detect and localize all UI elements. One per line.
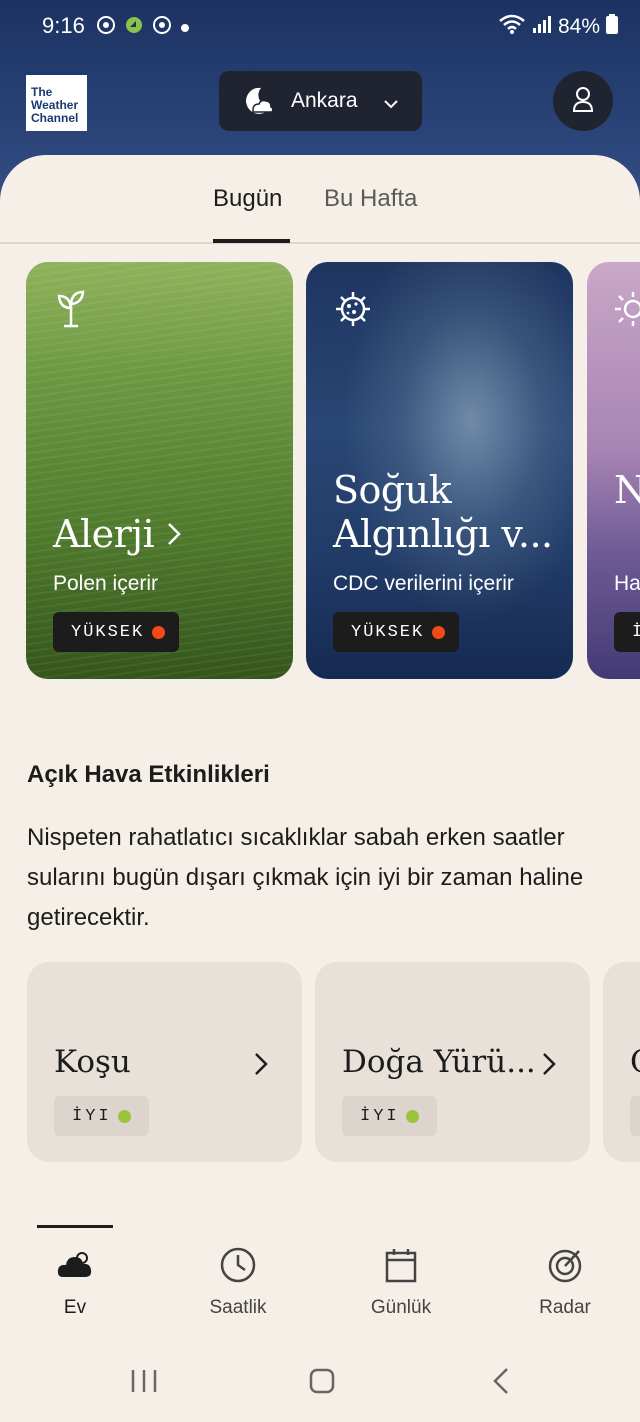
cold-flu-subtitle: CDC verilerini içerir (333, 572, 514, 595)
weather-channel-logo[interactable]: The Weather Channel (26, 71, 87, 131)
allergy-level-badge: YÜKSEK (53, 612, 180, 652)
cold-flu-card[interactable]: Soğuk Algınlığı v... CDC verilerini içer… (306, 262, 573, 679)
outdoor-section-title: Açık Hava Etkinlikleri (27, 761, 270, 788)
third-card-subtitle: Ha (614, 572, 640, 595)
nav-hourly[interactable]: Saatlik (178, 1245, 298, 1319)
logo-text: The Weather Channel (31, 85, 79, 125)
app-notification-icon (124, 15, 144, 39)
allergy-subtitle: Polen içerir (53, 572, 159, 595)
cloud-icon (15, 1245, 135, 1285)
clock-icon (178, 1245, 298, 1285)
sprout-icon (54, 290, 88, 332)
chevron-right-icon (542, 1052, 556, 1080)
tab-this-week[interactable]: Bu Hafta (324, 185, 417, 213)
chevron-right-icon (254, 1052, 268, 1080)
nav-daily[interactable]: Günlük (341, 1245, 461, 1319)
wifi-icon (498, 13, 526, 41)
chevron-down-icon (384, 94, 398, 113)
allergy-title: Alerji (53, 512, 182, 556)
signal-icon (532, 14, 552, 40)
nav-radar-label: Radar (539, 1297, 591, 1318)
activity-label: Doğa Yürü... (342, 1044, 536, 1080)
activity-rating: İYI (72, 1106, 112, 1126)
tab-bar: Bugün Bu Hafta (0, 185, 640, 244)
chevron-right-icon (166, 512, 182, 556)
moon-icon (241, 84, 275, 118)
activity-rating-badge: İYI (54, 1096, 149, 1136)
calendar-icon (341, 1245, 461, 1285)
status-bar: 9:16 84% (0, 0, 640, 56)
third-card-title: N (614, 468, 640, 512)
tab-today[interactable]: Bugün (213, 185, 282, 213)
sync-icon-2 (152, 15, 172, 39)
cold-flu-title-line2: Algınlığı v... (333, 512, 553, 556)
system-navigation-bar (0, 1350, 640, 1422)
third-card-level-badge: İ (614, 612, 640, 652)
sun-icon (613, 290, 640, 332)
activity-label: Koşu (54, 1044, 131, 1080)
battery-icon (606, 14, 618, 40)
activity-rating: İYI (360, 1106, 400, 1126)
location-name: Ankara (291, 89, 358, 112)
cold-flu-level-badge: YÜKSEK (333, 612, 460, 652)
home-system-icon[interactable] (309, 1368, 335, 1398)
cold-flu-level: YÜKSEK (351, 622, 425, 642)
allergy-card[interactable]: Alerji Polen içerir YÜKSEK (26, 262, 293, 679)
cold-flu-title: Soğuk Algınlığı v... (333, 468, 553, 556)
nav-hourly-label: Saatlik (209, 1297, 267, 1318)
sync-icon (96, 15, 116, 39)
recent-apps-icon[interactable] (130, 1368, 158, 1398)
nav-home[interactable]: Ev (15, 1245, 135, 1319)
nav-home-label: Ev (63, 1297, 87, 1318)
activity-card-hiking[interactable]: Doğa Yürü... İYI (315, 962, 590, 1162)
activity-label: C (630, 1044, 640, 1080)
third-health-card[interactable]: N Ha İ (587, 262, 640, 679)
good-dot (405, 1109, 419, 1123)
active-nav-indicator (37, 1225, 113, 1228)
nav-radar[interactable]: Radar (505, 1245, 625, 1319)
third-card-level: İ (632, 622, 640, 642)
more-notifications-dot-icon (180, 18, 190, 37)
outdoor-description: Nispeten rahatlatıcı sıcaklıklar sabah e… (27, 824, 584, 931)
activity-rating-badge: İYI (342, 1096, 437, 1136)
radar-icon (505, 1245, 625, 1285)
profile-icon (572, 86, 594, 116)
activity-rating-badge (630, 1096, 640, 1136)
high-level-dot (432, 625, 446, 639)
status-time: 9:16 (42, 13, 85, 38)
nav-daily-label: Günlük (370, 1297, 432, 1318)
activity-card-third[interactable]: C (603, 962, 640, 1162)
good-dot (117, 1109, 131, 1123)
profile-button[interactable] (553, 71, 613, 131)
cold-flu-title-line1: Soğuk (333, 468, 452, 512)
battery-level: 84% (557, 15, 600, 38)
virus-icon (334, 290, 372, 332)
back-icon[interactable] (492, 1367, 510, 1399)
high-level-dot (152, 625, 166, 639)
location-selector[interactable]: Ankara (219, 71, 422, 131)
status-right: 84% (498, 13, 618, 41)
allergy-level: YÜKSEK (71, 622, 145, 642)
allergy-title-text: Alerji (53, 512, 155, 556)
activity-card-running[interactable]: Koşu İYI (27, 962, 302, 1162)
active-tab-indicator (213, 239, 290, 243)
notification-icons (96, 15, 190, 39)
